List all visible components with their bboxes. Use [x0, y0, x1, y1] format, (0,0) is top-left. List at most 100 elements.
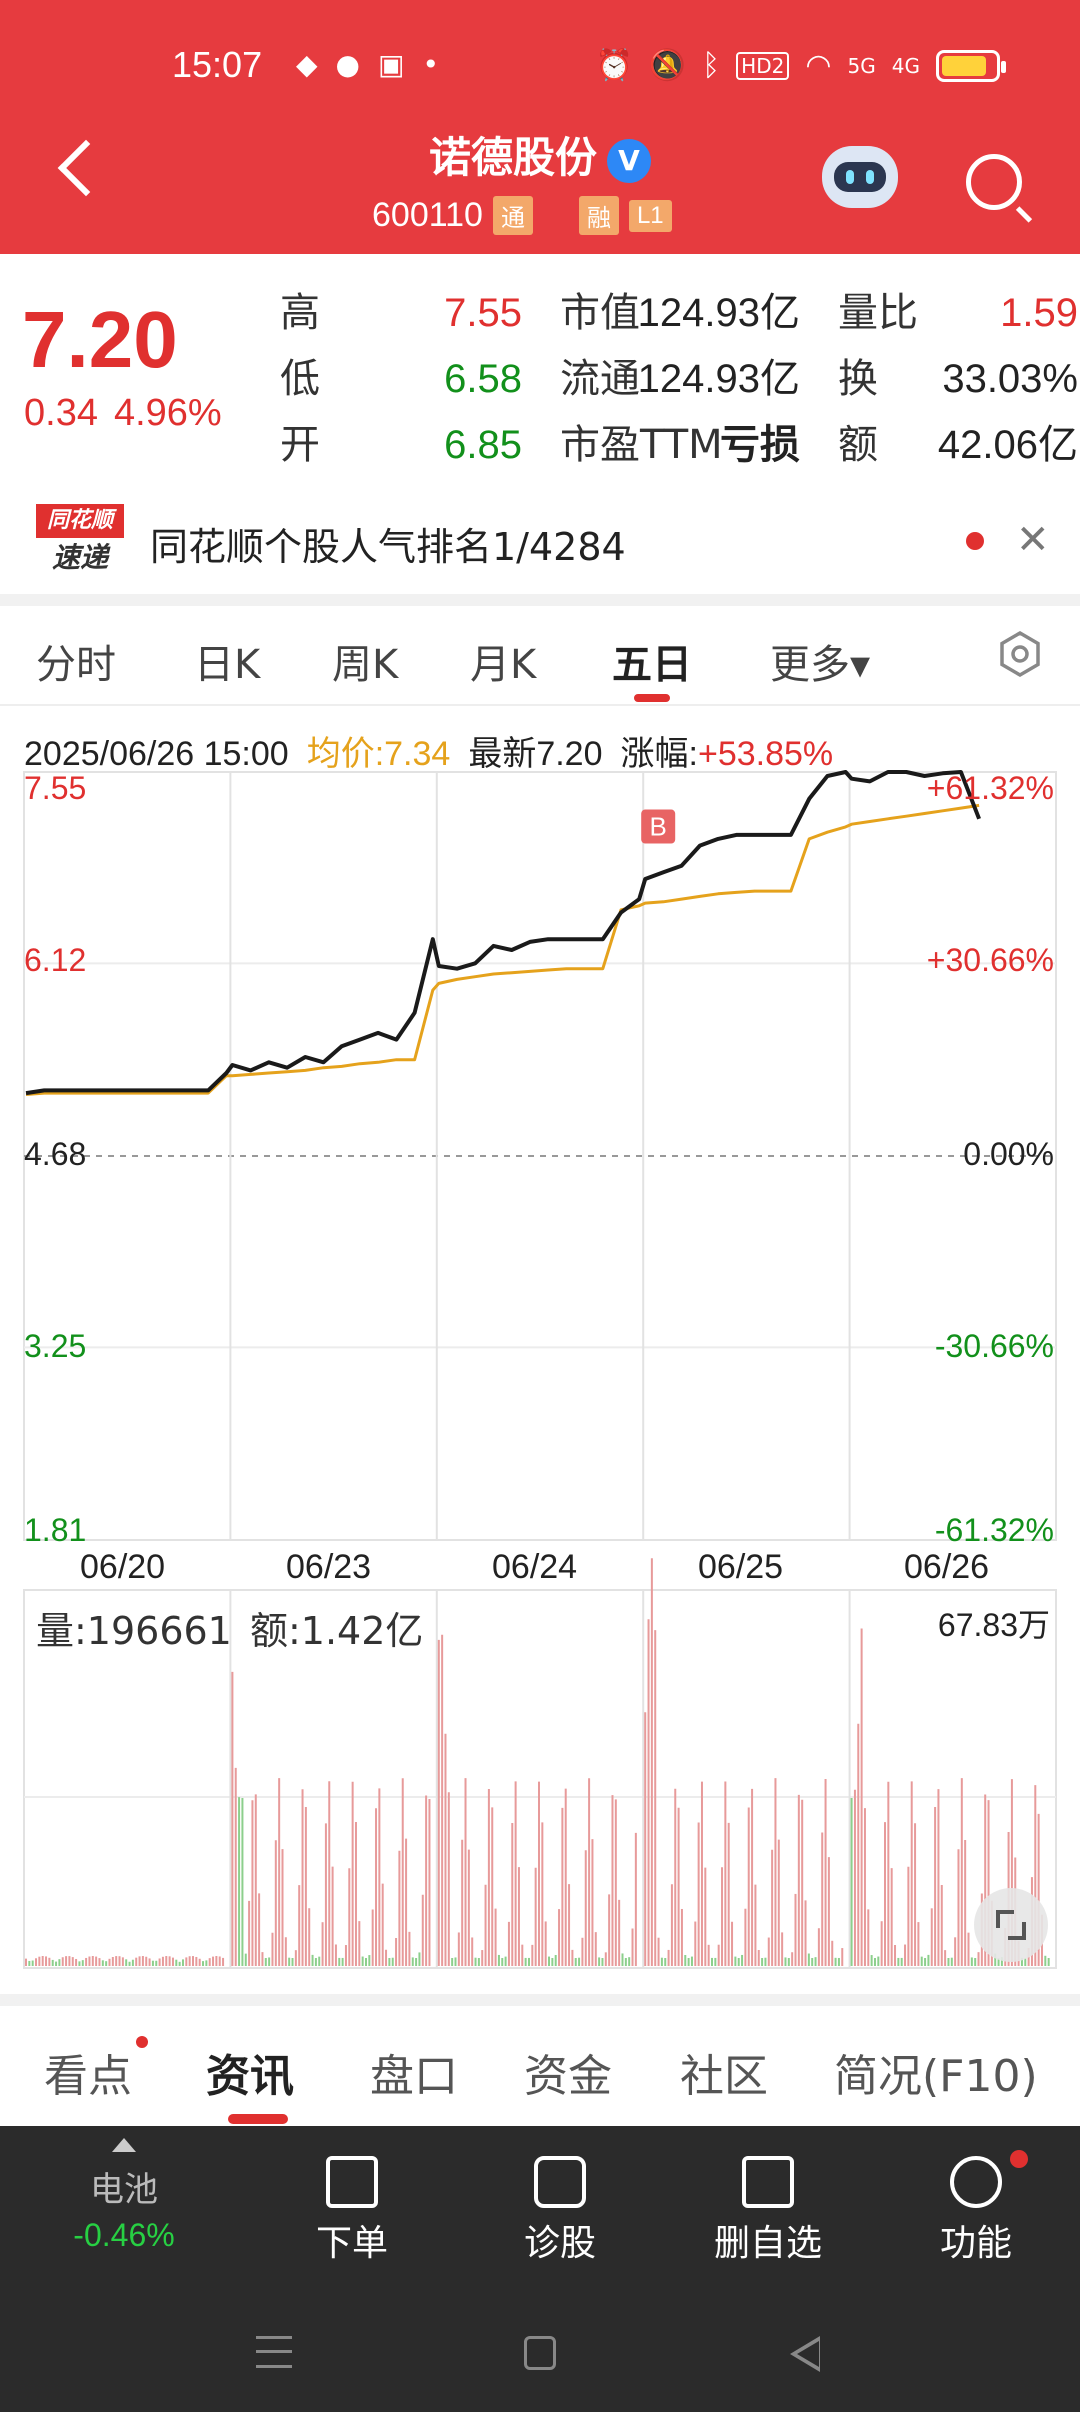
section-divider	[0, 594, 1080, 606]
stock-code: 600110	[372, 196, 483, 234]
period-tabs: 分时 日K 周K 月K 五日 更多▾	[0, 608, 1080, 704]
five-day-chart[interactable]: B	[0, 760, 1080, 2000]
status-notification-icons: ◆ ● ▣ •	[296, 48, 439, 82]
diagnose-icon	[534, 2156, 586, 2208]
pct-tick-label: +30.66%	[926, 942, 1054, 978]
hd-icon: HD2	[736, 51, 790, 80]
home-icon[interactable]	[524, 2336, 556, 2370]
expand-up-icon	[112, 2138, 136, 2152]
tab-weekly-k[interactable]: 周K	[332, 632, 398, 690]
active-tab-indicator	[228, 2114, 288, 2124]
news-banner[interactable]: 同花顺 速递 同花顺个股人气排名1/4284 ✕	[0, 494, 1080, 592]
app-icon: ▣	[377, 48, 405, 81]
tab-monthly-k[interactable]: 月K	[470, 632, 536, 690]
quote-row-high: 高 7.55 市值 124.93亿 量比 1.59	[0, 280, 1080, 346]
section-divider	[0, 1994, 1080, 2006]
status-time: 15:07	[172, 44, 263, 85]
sector-name: 电池	[90, 2170, 158, 2210]
pct-tick-label: -30.66%	[934, 1328, 1054, 1364]
header-bar: 15:07 ◆ ● ▣ • ⏰ 🔕 ᛒ HD2 ◠ 5G 4G 诺德股份 V 60…	[0, 0, 1080, 254]
tab-intraday[interactable]: 分时	[36, 632, 116, 690]
ctab-orderbook[interactable]: 盘口	[370, 2040, 458, 2104]
volume-max: 67.83万	[937, 1607, 1050, 1643]
news-text: 同花顺个股人气排名1/4284	[150, 525, 626, 569]
tab-five-day[interactable]: 五日	[612, 632, 692, 690]
order-button[interactable]: 下单	[252, 2156, 452, 2266]
quote-row-open: 开 6.85 市盈TTM 亏损 额 42.06亿	[0, 412, 1080, 478]
search-icon[interactable]	[966, 154, 1022, 210]
float-cap-value: 124.93亿	[637, 357, 800, 401]
low-value: 6.58	[444, 357, 522, 401]
alarm-icon: ⏰	[595, 48, 633, 83]
market-cap-value: 124.93亿	[637, 291, 800, 335]
nav-back-icon[interactable]	[790, 2336, 820, 2372]
active-tab-indicator	[634, 694, 670, 702]
signal-5g-icon: 5G	[847, 53, 876, 78]
tab-daily-k[interactable]: 日K	[194, 632, 260, 690]
signal-4g-icon: 4G	[891, 53, 920, 78]
tabs-divider	[0, 704, 1080, 706]
remove-watchlist-icon	[742, 2156, 794, 2208]
float-cap-label: 流通	[560, 356, 640, 402]
wechat-icon: ●	[335, 48, 360, 81]
ctab-news[interactable]: 资讯	[206, 2040, 294, 2104]
quote-panel: 7.20 0.34 4.96% 高 7.55 市值 124.93亿 量比 1.59…	[0, 254, 1080, 484]
y-tick-label: 1.81	[24, 1512, 87, 1548]
ctab-profile-f10[interactable]: 简况(F10)	[834, 2040, 1038, 2104]
dot-icon: •	[422, 48, 439, 81]
x-date-label: 06/20	[80, 1548, 166, 1586]
amount-value: 42.06亿	[937, 423, 1078, 467]
sector-battery-button[interactable]: 电池 -0.46%	[24, 2138, 224, 2254]
recent-apps-icon[interactable]	[256, 2336, 292, 2368]
volume-label: 量:196661	[36, 1609, 232, 1653]
wifi-icon: ◠	[805, 48, 832, 83]
pe-ttm-label: 市盈TTM	[560, 422, 723, 468]
function-icon	[950, 2156, 1002, 2208]
ctab-capital[interactable]: 资金	[524, 2040, 612, 2104]
stock-code-row: 600110 通 融 L1	[372, 196, 672, 235]
settings-icon[interactable]	[996, 630, 1044, 678]
x-date-label: 06/23	[286, 1548, 372, 1586]
open-label: 开	[280, 422, 320, 468]
market-cap-label: 市值	[560, 290, 640, 336]
close-icon[interactable]: ✕	[1016, 518, 1050, 562]
function-notice-dot	[1010, 2150, 1028, 2168]
ths-express-logo: 同花顺 速递	[36, 504, 124, 578]
y-tick-label: 6.12	[24, 942, 87, 978]
pct-tick-label: -61.32%	[934, 1512, 1054, 1548]
price-line	[25, 770, 981, 1096]
x-date-label: 06/26	[904, 1548, 990, 1586]
battery-icon	[936, 49, 1006, 82]
tag-rong: 融	[578, 196, 619, 235]
sector-change: -0.46%	[73, 2217, 175, 2253]
tag-l1: L1	[628, 199, 672, 232]
fullscreen-icon[interactable]	[974, 1888, 1048, 1962]
new-dot	[136, 2036, 148, 2048]
tab-more[interactable]: 更多▾	[770, 632, 870, 690]
stock-title: 诺德股份 V	[0, 124, 1080, 185]
remove-watchlist-button[interactable]: 删自选	[668, 2156, 868, 2266]
y-tick-label: 3.25	[24, 1328, 87, 1364]
pct-tick-label: 0.00%	[963, 1136, 1054, 1172]
quote-row-low: 低 6.58 流通 124.93亿 换 33.03%	[0, 346, 1080, 412]
bottom-action-bar: 电池 -0.46% 下单 诊股 删自选 功能	[0, 2126, 1080, 2296]
verified-icon: V	[607, 138, 651, 183]
buy-marker: B	[650, 812, 667, 842]
high-label: 高	[280, 290, 320, 336]
volume-ratio-label: 量比	[838, 290, 918, 336]
diagnose-button[interactable]: 诊股	[460, 2156, 660, 2266]
order-icon	[326, 2156, 378, 2208]
open-value: 6.85	[444, 423, 522, 467]
status-system-icons: ⏰ 🔕 ᛒ HD2 ◠ 5G 4G	[595, 48, 1006, 83]
ctab-highlights[interactable]: 看点	[44, 2040, 132, 2104]
status-bar: 15:07 ◆ ● ▣ • ⏰ 🔕 ᛒ HD2 ◠ 5G 4G	[0, 38, 1080, 94]
turnover-label: 换	[838, 356, 878, 402]
y-tick-label: 7.55	[24, 770, 87, 806]
function-button[interactable]: 功能	[876, 2156, 1076, 2266]
robot-assistant-icon[interactable]	[822, 146, 898, 208]
system-nav-bar	[0, 2296, 1080, 2412]
ctab-community[interactable]: 社区	[680, 2040, 768, 2104]
amount-label: 额	[838, 422, 878, 468]
content-tabs: 看点 资讯 盘口 资金 社区 简况(F10)	[0, 2006, 1080, 2124]
y-tick-label: 4.68	[24, 1136, 87, 1172]
